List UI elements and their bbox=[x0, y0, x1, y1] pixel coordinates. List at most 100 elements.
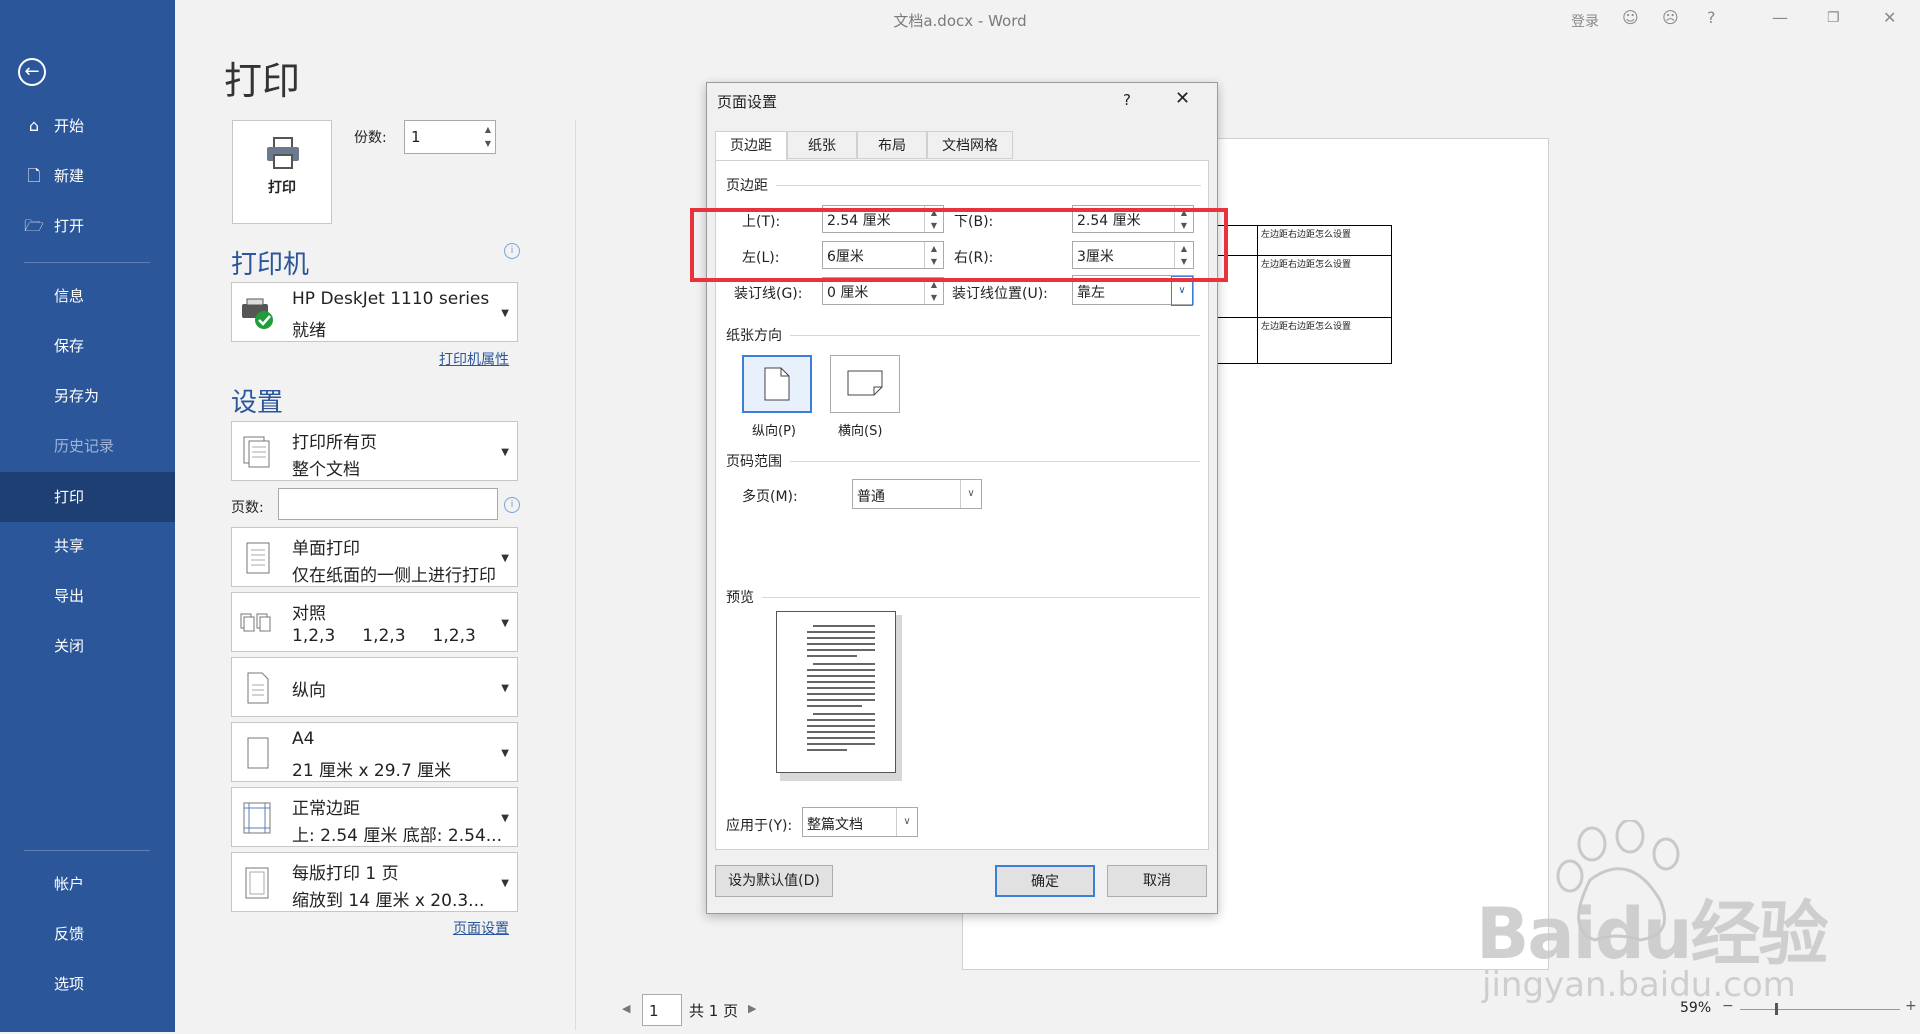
signin-link[interactable]: 登录 bbox=[1571, 11, 1599, 31]
apply-to-value: 整篇文档 bbox=[807, 817, 863, 833]
chevron-down-icon: ▼ bbox=[501, 553, 509, 564]
margins-group-label: 页边距 bbox=[726, 178, 768, 194]
portrait-option[interactable] bbox=[742, 355, 812, 413]
single-sided-icon bbox=[246, 542, 270, 574]
portrait-page-icon bbox=[764, 367, 790, 401]
apply-to-label: 应用于(Y): bbox=[726, 818, 793, 834]
ok-button[interactable]: 确定 bbox=[995, 865, 1095, 897]
portrait-label: 纵向(P) bbox=[752, 424, 796, 439]
dialog-close-icon[interactable]: ✕ bbox=[1175, 88, 1190, 109]
dialog-title: 页面设置 bbox=[717, 93, 778, 111]
print-button[interactable]: 打印 bbox=[232, 120, 332, 224]
printer-name: HP DeskJet 1110 series bbox=[292, 289, 490, 309]
pages-input[interactable] bbox=[278, 488, 498, 520]
new-document-icon: 🗋 bbox=[27, 166, 41, 185]
nav-item-info[interactable]: 信息 bbox=[0, 272, 175, 320]
page-setup-link[interactable]: 页面设置 bbox=[453, 918, 509, 938]
back-arrow-icon[interactable]: ← bbox=[18, 58, 46, 86]
watermark-url: jingyan.baidu.com bbox=[1482, 965, 1796, 1005]
nav-item-close[interactable]: 关闭 bbox=[0, 622, 175, 670]
orientation-dropdown[interactable]: 纵向 ▼ bbox=[231, 657, 518, 717]
preview-table: 左边距右边距怎么设置 左边距右边距怎么设置 左边距右边距怎么设置 bbox=[1212, 225, 1392, 364]
set-default-button[interactable]: 设为默认值(D) bbox=[715, 865, 833, 897]
printer-ready-icon bbox=[242, 298, 273, 329]
window-title: 文档a.docx - Word bbox=[893, 12, 1027, 30]
tab-margins[interactable]: 页边距 bbox=[715, 131, 787, 161]
pages-per-sheet-dropdown[interactable]: 每版打印 1 页 缩放到 14 厘米 x 20.3... ▼ bbox=[231, 852, 518, 912]
dialog-help-icon[interactable]: ? bbox=[1123, 91, 1131, 109]
nav-item-print[interactable]: 打印 bbox=[0, 472, 175, 522]
info-icon[interactable]: i bbox=[504, 243, 520, 259]
backstage-nav: ← ⌂ 开始 🗋 新建 🗁 打开 信息 保存 另存为 历史记录 打印 共享 导出… bbox=[0, 0, 175, 1032]
setting-line2: 整个文档 bbox=[292, 460, 360, 480]
smile-icon[interactable]: ☺ bbox=[1622, 8, 1639, 27]
nav-item-save-as[interactable]: 另存为 bbox=[0, 372, 175, 420]
tab-layout[interactable]: 布局 bbox=[857, 131, 927, 159]
setting-line1: 每版打印 1 页 bbox=[292, 864, 399, 884]
preview-group-label: 预览 bbox=[726, 590, 754, 606]
chevron-down-icon[interactable]: ∨ bbox=[960, 480, 981, 508]
nav-item-open[interactable]: 🗁 打开 bbox=[0, 202, 175, 250]
nav-divider bbox=[24, 850, 150, 851]
collate-icon bbox=[240, 613, 271, 632]
margin-preview-page bbox=[776, 611, 896, 773]
print-range-dropdown[interactable]: 打印所有页 整个文档 ▼ bbox=[231, 421, 518, 481]
multiple-pages-label: 多页(M): bbox=[742, 489, 798, 505]
chevron-down-icon: ▼ bbox=[501, 308, 509, 319]
page-title: 打印 bbox=[224, 59, 301, 103]
page-number-input[interactable]: 1 bbox=[642, 994, 682, 1026]
setting-line2: 上: 2.54 厘米 底部: 2.54... bbox=[292, 826, 502, 846]
chevron-down-icon: ▼ bbox=[501, 813, 509, 824]
info-icon[interactable]: i bbox=[504, 497, 520, 513]
nav-item-export[interactable]: 导出 bbox=[0, 572, 175, 620]
gutter-position-value: 靠左 bbox=[1077, 285, 1105, 301]
home-icon: ⌂ bbox=[28, 116, 40, 135]
setting-line1: 正常边距 bbox=[292, 799, 360, 819]
nav-item-options[interactable]: 选项 bbox=[0, 960, 175, 1008]
multiple-pages-select[interactable]: 普通 ∨ bbox=[852, 479, 982, 509]
setting-line1: 纵向 bbox=[292, 681, 326, 701]
collate-dropdown[interactable]: 对照 1,2,3 1,2,3 1,2,3 ▼ bbox=[231, 592, 518, 652]
close-window-icon[interactable]: ✕ bbox=[1883, 8, 1896, 27]
spin-updown-icon[interactable]: ▲ ▼ bbox=[485, 123, 491, 151]
printer-properties-link[interactable]: 打印机属性 bbox=[439, 349, 509, 369]
chevron-down-icon: ▼ bbox=[501, 447, 509, 458]
duplex-dropdown[interactable]: 单面打印 仅在纸面的一侧上进行打印 ▼ bbox=[231, 527, 518, 587]
apply-to-select[interactable]: 整篇文档 ∨ bbox=[802, 807, 918, 837]
preview-cell: 左边距右边距怎么设置 bbox=[1257, 317, 1392, 364]
copies-spinner[interactable]: 1 ▲ ▼ bbox=[404, 120, 496, 154]
chevron-down-icon[interactable]: ∨ bbox=[896, 808, 917, 836]
restore-icon[interactable]: ❐ bbox=[1827, 10, 1840, 26]
setting-line1: 对照 bbox=[292, 604, 326, 624]
highlight-box bbox=[690, 208, 1228, 282]
margins-dropdown[interactable]: 正常边距 上: 2.54 厘米 底部: 2.54... ▼ bbox=[231, 787, 518, 847]
help-icon[interactable]: ? bbox=[1707, 8, 1716, 27]
nav-item-share[interactable]: 共享 bbox=[0, 522, 175, 570]
tab-document-grid[interactable]: 文档网格 bbox=[927, 131, 1013, 159]
minimize-icon[interactable]: — bbox=[1772, 8, 1788, 27]
pages-per-sheet-icon bbox=[245, 867, 269, 899]
nav-item-save[interactable]: 保存 bbox=[0, 322, 175, 370]
nav-item-home[interactable]: ⌂ 开始 bbox=[0, 102, 175, 150]
print-button-label: 打印 bbox=[268, 180, 296, 196]
next-page-icon[interactable]: ▶ bbox=[748, 1002, 756, 1015]
nav-item-account[interactable]: 帐户 bbox=[0, 860, 175, 908]
page-setup-dialog: 页面设置 ? ✕ 页边距 纸张 布局 文档网格 页边距 上(T): 2.54 厘… bbox=[706, 82, 1218, 914]
page-number-value: 1 bbox=[649, 1002, 659, 1020]
cancel-button[interactable]: 取消 bbox=[1107, 865, 1207, 897]
printer-dropdown[interactable]: HP DeskJet 1110 series 就绪 ▼ bbox=[231, 282, 518, 342]
tab-paper[interactable]: 纸张 bbox=[787, 131, 857, 159]
setting-line2: 1,2,3 1,2,3 1,2,3 bbox=[292, 626, 476, 646]
nav-item-feedback[interactable]: 反馈 bbox=[0, 910, 175, 958]
nav-item-new[interactable]: 🗋 新建 bbox=[0, 152, 175, 200]
frown-icon[interactable]: ☹ bbox=[1662, 8, 1679, 27]
open-folder-icon: 🗁 bbox=[24, 216, 44, 235]
setting-line1: A4 bbox=[292, 729, 315, 749]
paper-size-dropdown[interactable]: A4 21 厘米 x 29.7 厘米 ▼ bbox=[231, 722, 518, 782]
copies-label: 份数: bbox=[354, 130, 387, 146]
previous-page-icon[interactable]: ◀ bbox=[622, 1002, 630, 1015]
landscape-label: 横向(S) bbox=[838, 424, 883, 439]
setting-line1: 打印所有页 bbox=[292, 433, 377, 453]
title-bar: 文档a.docx - Word 登录 ☺ ☹ ? — ❐ ✕ bbox=[175, 0, 1920, 40]
landscape-option[interactable] bbox=[830, 355, 900, 413]
